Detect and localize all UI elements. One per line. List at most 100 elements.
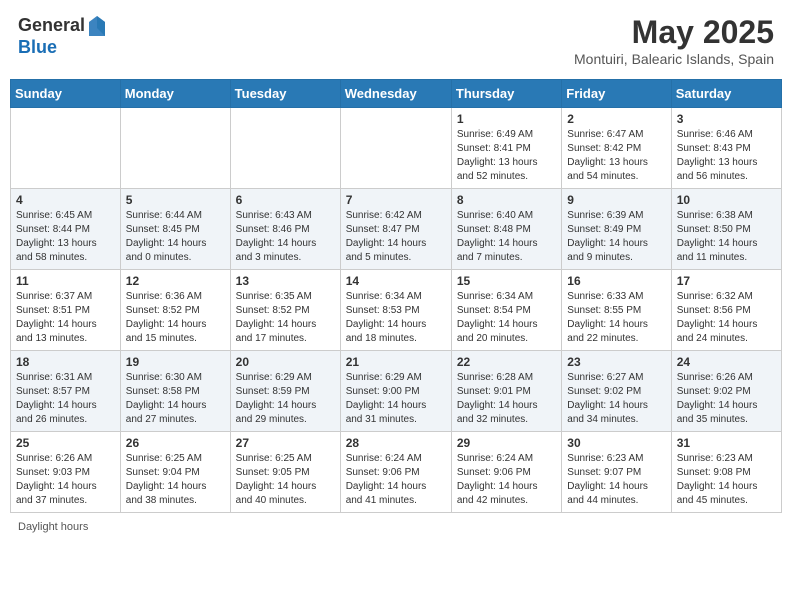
day-info: Sunrise: 6:26 AM Sunset: 9:02 PM Dayligh… — [677, 371, 776, 427]
day-number: 31 — [677, 436, 776, 450]
day-info: Sunrise: 6:38 AM Sunset: 8:50 PM Dayligh… — [677, 209, 776, 265]
calendar-cell: 1 Sunrise: 6:49 AM Sunset: 8:41 PM Daylig… — [451, 108, 561, 189]
calendar-cell: 3 Sunrise: 6:46 AM Sunset: 8:43 PM Daylig… — [671, 108, 781, 189]
day-number: 4 — [16, 193, 115, 207]
calendar-cell: 17 Sunrise: 6:32 AM Sunset: 8:56 PM Dayli… — [671, 270, 781, 351]
day-number: 28 — [346, 436, 446, 450]
calendar-week-row: 25Sunrise: 6:26 AM Sunset: 9:03 PM Dayli… — [11, 432, 782, 513]
calendar-cell: 12 Sunrise: 6:36 AM Sunset: 8:52 PM Dayli… — [120, 270, 230, 351]
day-number: 8 — [457, 193, 556, 207]
day-info: Sunrise: 6:40 AM Sunset: 8:48 PM Dayligh… — [457, 209, 556, 265]
day-info: Sunrise: 6:24 AM Sunset: 9:06 PM Dayligh… — [346, 452, 446, 508]
calendar-cell: 7 Sunrise: 6:42 AM Sunset: 8:47 PM Daylig… — [340, 189, 451, 270]
day-info: Sunrise: 6:39 AM Sunset: 8:49 PM Dayligh… — [567, 209, 665, 265]
day-number: 7 — [346, 193, 446, 207]
day-info: Sunrise: 6:34 AM Sunset: 8:54 PM Dayligh… — [457, 290, 556, 346]
page-header: General Blue May 2025 Montuiri, Balearic… — [10, 10, 782, 71]
col-header-tuesday: Tuesday — [230, 80, 340, 108]
day-info: Sunrise: 6:26 AM Sunset: 9:03 PM Dayligh… — [16, 452, 115, 508]
logo: General Blue — [18, 14, 107, 58]
logo-general: General — [18, 16, 85, 36]
calendar-week-row: 1 Sunrise: 6:49 AM Sunset: 8:41 PM Daylig… — [11, 108, 782, 189]
calendar-cell: 28 Sunrise: 6:24 AM Sunset: 9:06 PM Dayli… — [340, 432, 451, 513]
day-info: Sunrise: 6:29 AM Sunset: 8:59 PM Dayligh… — [236, 371, 335, 427]
day-number: 11 — [16, 274, 115, 288]
calendar-cell: 26 Sunrise: 6:25 AM Sunset: 9:04 PM Dayli… — [120, 432, 230, 513]
day-info: Sunrise: 6:23 AM Sunset: 9:07 PM Dayligh… — [567, 452, 665, 508]
col-header-saturday: Saturday — [671, 80, 781, 108]
calendar-cell: 5Sunrise: 6:44 AM Sunset: 8:45 PM Daylig… — [120, 189, 230, 270]
calendar-cell: 20 Sunrise: 6:29 AM Sunset: 8:59 PM Dayli… — [230, 351, 340, 432]
day-info: Sunrise: 6:44 AM Sunset: 8:45 PM Dayligh… — [126, 209, 225, 265]
day-number: 17 — [677, 274, 776, 288]
day-number: 26 — [126, 436, 225, 450]
calendar-week-row: 18 Sunrise: 6:31 AM Sunset: 8:57 PM Dayli… — [11, 351, 782, 432]
col-header-sunday: Sunday — [11, 80, 121, 108]
calendar-cell: 13Sunrise: 6:35 AM Sunset: 8:52 PM Dayli… — [230, 270, 340, 351]
day-info: Sunrise: 6:36 AM Sunset: 8:52 PM Dayligh… — [126, 290, 225, 346]
day-info: Sunrise: 6:29 AM Sunset: 9:00 PM Dayligh… — [346, 371, 446, 427]
calendar-cell: 15 Sunrise: 6:34 AM Sunset: 8:54 PM Dayli… — [451, 270, 561, 351]
title-area: May 2025 Montuiri, Balearic Islands, Spa… — [574, 14, 774, 67]
day-info: Sunrise: 6:30 AM Sunset: 8:58 PM Dayligh… — [126, 371, 225, 427]
logo-icon — [87, 14, 107, 38]
calendar-cell: 11Sunrise: 6:37 AM Sunset: 8:51 PM Dayli… — [11, 270, 121, 351]
day-number: 3 — [677, 112, 776, 126]
day-number: 21 — [346, 355, 446, 369]
day-info: Sunrise: 6:49 AM Sunset: 8:41 PM Dayligh… — [457, 128, 556, 184]
day-number: 20 — [236, 355, 335, 369]
day-number: 9 — [567, 193, 665, 207]
calendar-header-row: SundayMondayTuesdayWednesdayThursdayFrid… — [11, 80, 782, 108]
day-number: 14 — [346, 274, 446, 288]
day-number: 30 — [567, 436, 665, 450]
calendar-cell: 16Sunrise: 6:33 AM Sunset: 8:55 PM Dayli… — [562, 270, 671, 351]
day-number: 15 — [457, 274, 556, 288]
calendar-cell: 23 Sunrise: 6:27 AM Sunset: 9:02 PM Dayli… — [562, 351, 671, 432]
day-info: Sunrise: 6:23 AM Sunset: 9:08 PM Dayligh… — [677, 452, 776, 508]
day-number: 22 — [457, 355, 556, 369]
calendar-cell: 4 Sunrise: 6:45 AM Sunset: 8:44 PM Daylig… — [11, 189, 121, 270]
day-number: 1 — [457, 112, 556, 126]
day-number: 12 — [126, 274, 225, 288]
calendar-cell — [11, 108, 121, 189]
day-info: Sunrise: 6:33 AM Sunset: 8:55 PM Dayligh… — [567, 290, 665, 346]
calendar-cell: 9 Sunrise: 6:39 AM Sunset: 8:49 PM Daylig… — [562, 189, 671, 270]
day-number: 29 — [457, 436, 556, 450]
day-number: 2 — [567, 112, 665, 126]
day-info: Sunrise: 6:31 AM Sunset: 8:57 PM Dayligh… — [16, 371, 115, 427]
calendar-cell: 22 Sunrise: 6:28 AM Sunset: 9:01 PM Dayli… — [451, 351, 561, 432]
day-info: Sunrise: 6:45 AM Sunset: 8:44 PM Dayligh… — [16, 209, 115, 265]
logo-blue: Blue — [18, 37, 57, 57]
day-info: Sunrise: 6:28 AM Sunset: 9:01 PM Dayligh… — [457, 371, 556, 427]
day-info: Sunrise: 6:25 AM Sunset: 9:04 PM Dayligh… — [126, 452, 225, 508]
calendar-cell: 10 Sunrise: 6:38 AM Sunset: 8:50 PM Dayli… — [671, 189, 781, 270]
day-info: Sunrise: 6:35 AM Sunset: 8:52 PM Dayligh… — [236, 290, 335, 346]
day-info: Sunrise: 6:46 AM Sunset: 8:43 PM Dayligh… — [677, 128, 776, 184]
day-number: 10 — [677, 193, 776, 207]
day-info: Sunrise: 6:34 AM Sunset: 8:53 PM Dayligh… — [346, 290, 446, 346]
day-info: Sunrise: 6:32 AM Sunset: 8:56 PM Dayligh… — [677, 290, 776, 346]
calendar-cell: 19 Sunrise: 6:30 AM Sunset: 8:58 PM Dayli… — [120, 351, 230, 432]
day-number: 19 — [126, 355, 225, 369]
day-number: 18 — [16, 355, 115, 369]
calendar-cell: 2 Sunrise: 6:47 AM Sunset: 8:42 PM Daylig… — [562, 108, 671, 189]
calendar-cell — [340, 108, 451, 189]
calendar-cell: 14 Sunrise: 6:34 AM Sunset: 8:53 PM Dayli… — [340, 270, 451, 351]
calendar-week-row: 4 Sunrise: 6:45 AM Sunset: 8:44 PM Daylig… — [11, 189, 782, 270]
col-header-friday: Friday — [562, 80, 671, 108]
calendar-cell: 27Sunrise: 6:25 AM Sunset: 9:05 PM Dayli… — [230, 432, 340, 513]
day-info: Sunrise: 6:43 AM Sunset: 8:46 PM Dayligh… — [236, 209, 335, 265]
col-header-monday: Monday — [120, 80, 230, 108]
day-info: Sunrise: 6:42 AM Sunset: 8:47 PM Dayligh… — [346, 209, 446, 265]
day-info: Sunrise: 6:47 AM Sunset: 8:42 PM Dayligh… — [567, 128, 665, 184]
day-number: 23 — [567, 355, 665, 369]
calendar-cell: 31 Sunrise: 6:23 AM Sunset: 9:08 PM Dayli… — [671, 432, 781, 513]
calendar-week-row: 11Sunrise: 6:37 AM Sunset: 8:51 PM Dayli… — [11, 270, 782, 351]
month-title: May 2025 — [574, 14, 774, 51]
calendar-cell: 21 Sunrise: 6:29 AM Sunset: 9:00 PM Dayli… — [340, 351, 451, 432]
day-info: Sunrise: 6:27 AM Sunset: 9:02 PM Dayligh… — [567, 371, 665, 427]
calendar-cell: 6Sunrise: 6:43 AM Sunset: 8:46 PM Daylig… — [230, 189, 340, 270]
col-header-thursday: Thursday — [451, 80, 561, 108]
calendar-cell — [120, 108, 230, 189]
day-number: 27 — [236, 436, 335, 450]
